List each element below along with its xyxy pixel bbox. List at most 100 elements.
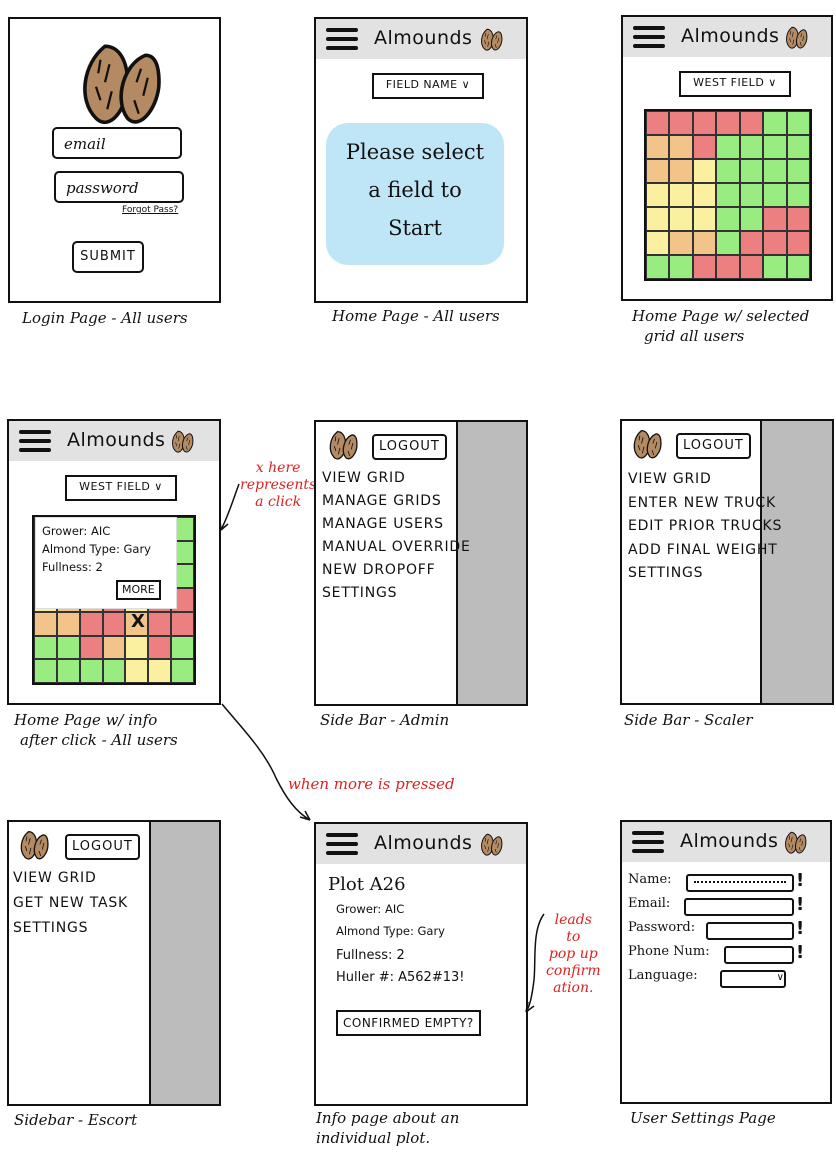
grid-cell[interactable] (171, 659, 194, 683)
grid-cell[interactable] (34, 635, 57, 660)
grid-cell[interactable] (669, 255, 693, 279)
dimmed-content-overlay[interactable] (149, 822, 219, 1104)
grid-cell[interactable] (786, 135, 810, 159)
hamburger-menu-icon[interactable] (19, 430, 51, 452)
grid-cell[interactable] (739, 207, 764, 231)
grid-cell[interactable] (716, 255, 740, 279)
grid-cell[interactable] (716, 135, 740, 159)
grid-cell[interactable] (763, 111, 787, 135)
settings-input-language[interactable]: ∨ (720, 970, 786, 988)
grid-cell[interactable] (763, 231, 787, 255)
grid-cell[interactable] (34, 611, 57, 636)
field-select[interactable]: WEST FIELD ∨ (679, 71, 791, 97)
logout-button[interactable]: LOGOUT (676, 433, 751, 459)
grid-cell[interactable] (669, 135, 693, 159)
menu-item-manage-grids[interactable]: MANAGE GRIDS (322, 493, 442, 509)
grid-cell[interactable] (646, 183, 670, 207)
grid-cell[interactable] (786, 207, 810, 231)
menu-item-settings[interactable]: SETTINGS (628, 565, 703, 581)
grid-cell[interactable] (171, 635, 194, 660)
grid-cell[interactable] (669, 159, 693, 183)
grid-cell[interactable] (102, 659, 126, 683)
grid-cell[interactable] (739, 231, 764, 255)
grid-cell[interactable] (669, 183, 693, 207)
grid-cell[interactable] (148, 611, 172, 636)
grid-cell[interactable] (646, 231, 670, 255)
grid-cell[interactable] (125, 635, 149, 660)
grid-cell[interactable] (739, 111, 764, 135)
settings-input-email[interactable] (684, 898, 794, 916)
grid-cell[interactable] (763, 255, 787, 279)
grid-cell[interactable] (786, 231, 810, 255)
settings-input-password[interactable] (706, 922, 794, 940)
grid-cell[interactable] (34, 659, 57, 683)
dimmed-content-overlay[interactable] (456, 422, 526, 704)
menu-item-settings[interactable]: SETTINGS (13, 920, 88, 936)
grid-cell[interactable] (56, 635, 80, 660)
confirm-empty-button[interactable]: CONFIRMED EMPTY? (336, 1010, 481, 1036)
grid-cell[interactable] (102, 635, 126, 660)
grid-cell[interactable] (716, 231, 740, 255)
password-field[interactable]: password (54, 171, 184, 203)
grid-cell[interactable] (739, 159, 764, 183)
grid-cell[interactable] (171, 611, 194, 636)
menu-item-new-dropoff[interactable]: NEW DROPOFF (322, 562, 436, 578)
grid-cell[interactable] (763, 159, 787, 183)
grid-cell[interactable] (79, 659, 103, 683)
grid-cell[interactable] (716, 183, 740, 207)
grid-cell[interactable] (646, 255, 670, 279)
grid-cell[interactable] (692, 231, 717, 255)
menu-item-enter-new-truck[interactable]: ENTER NEW TRUCK (628, 495, 776, 511)
menu-item-view-grid[interactable]: VIEW GRID (322, 470, 406, 486)
grid-cell[interactable] (692, 207, 717, 231)
grid-cell[interactable] (716, 159, 740, 183)
submit-button[interactable]: SUBMIT (72, 241, 144, 273)
grid-cell[interactable] (125, 659, 149, 683)
grid-cell[interactable] (763, 207, 787, 231)
grid-cell[interactable] (646, 207, 670, 231)
grid-cell[interactable] (739, 255, 764, 279)
grid-cell[interactable] (692, 111, 717, 135)
grid-cell[interactable] (786, 111, 810, 135)
grid-cell[interactable] (692, 255, 717, 279)
grid-cell[interactable] (56, 659, 80, 683)
hamburger-menu-icon[interactable] (326, 28, 358, 50)
more-button[interactable]: MORE (116, 580, 161, 600)
menu-item-add-final-weight[interactable]: ADD FINAL WEIGHT (628, 542, 778, 558)
grid-cell[interactable] (669, 111, 693, 135)
logout-button[interactable]: LOGOUT (65, 834, 140, 860)
field-grid[interactable] (644, 109, 812, 281)
menu-item-view-grid[interactable]: VIEW GRID (13, 870, 97, 886)
email-field[interactable]: email (52, 127, 182, 159)
hamburger-menu-icon[interactable] (633, 26, 665, 48)
settings-input-name[interactable] (686, 874, 794, 892)
grid-cell[interactable] (669, 231, 693, 255)
menu-item-manual-override[interactable]: MANUAL OVERRIDE (322, 539, 471, 555)
grid-cell[interactable] (786, 183, 810, 207)
grid-cell[interactable] (669, 207, 693, 231)
field-select[interactable]: FIELD NAME ∨ (372, 73, 484, 99)
grid-cell[interactable] (692, 135, 717, 159)
menu-item-settings[interactable]: SETTINGS (322, 585, 397, 601)
grid-cell[interactable] (79, 611, 103, 636)
menu-item-get-new-task[interactable]: GET NEW TASK (13, 895, 128, 911)
grid-cell[interactable] (148, 659, 172, 683)
grid-cell[interactable] (786, 159, 810, 183)
grid-cell[interactable] (739, 135, 764, 159)
grid-cell[interactable] (763, 183, 787, 207)
grid-cell[interactable] (102, 611, 126, 636)
settings-input-phonenum[interactable] (724, 946, 794, 964)
grid-cell[interactable] (716, 207, 740, 231)
grid-cell[interactable] (692, 183, 717, 207)
grid-cell[interactable] (56, 611, 80, 636)
menu-item-view-grid[interactable]: VIEW GRID (628, 471, 712, 487)
menu-item-edit-prior-trucks[interactable]: EDIT PRIOR TRUCKS (628, 518, 782, 534)
menu-item-manage-users[interactable]: MANAGE USERS (322, 516, 444, 532)
grid-cell[interactable] (646, 159, 670, 183)
forgot-password-link[interactable]: Forgot Pass? (122, 205, 178, 215)
logout-button[interactable]: LOGOUT (372, 434, 447, 460)
grid-cell[interactable] (646, 111, 670, 135)
grid-cell[interactable] (786, 255, 810, 279)
grid-cell[interactable] (646, 135, 670, 159)
hamburger-menu-icon[interactable] (632, 831, 664, 853)
